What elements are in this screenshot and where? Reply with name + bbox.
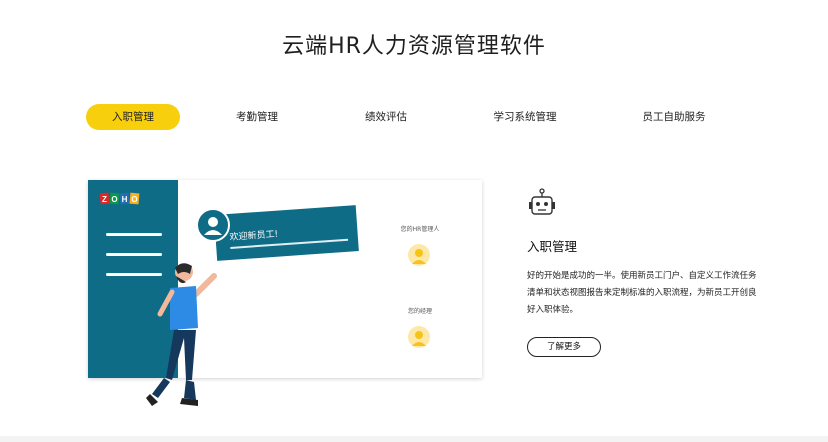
person-icon [412,331,426,346]
tab-self-service[interactable]: 员工自助服务 [634,104,714,130]
tab-learning[interactable]: 学习系统管理 [480,104,570,130]
menu-line [106,253,162,256]
hr-manager-avatar [408,244,430,266]
svg-text:O: O [111,195,117,204]
feature-tabs: 入职管理 考勤管理 绩效评估 学习系统管理 员工自助服务 [86,104,746,130]
learn-more-button[interactable]: 了解更多 [527,337,601,357]
feature-description: 好的开始是成功的一半。使用新员工门户、自定义工作流任务清单和状态视图报告来定制标… [527,271,757,315]
hr-manager-label: 您的HR管理人 [400,226,440,233]
tab-onboarding[interactable]: 入职管理 [86,104,180,130]
user-icon [204,217,222,235]
page-title: 云端HR人力资源管理软件 [282,34,546,59]
svg-text:H: H [122,195,128,204]
svg-text:Z: Z [102,195,107,204]
section-divider [0,436,828,442]
zoho-logo: Z O H O [100,192,140,205]
svg-text:O: O [131,195,137,204]
manager-avatar [408,326,430,348]
welcome-text: 欢迎新员工! [229,229,279,243]
person-figure-icon [146,263,217,406]
manager-label: 您的经理 [407,308,432,315]
tab-attendance[interactable]: 考勤管理 [222,104,292,130]
tab-performance[interactable]: 绩效评估 [351,104,421,130]
feature-heading: 入职管理 [527,239,578,254]
person-icon [412,249,426,264]
new-employee-avatar [196,208,230,242]
menu-line [106,233,162,236]
robot-icon [529,188,555,215]
